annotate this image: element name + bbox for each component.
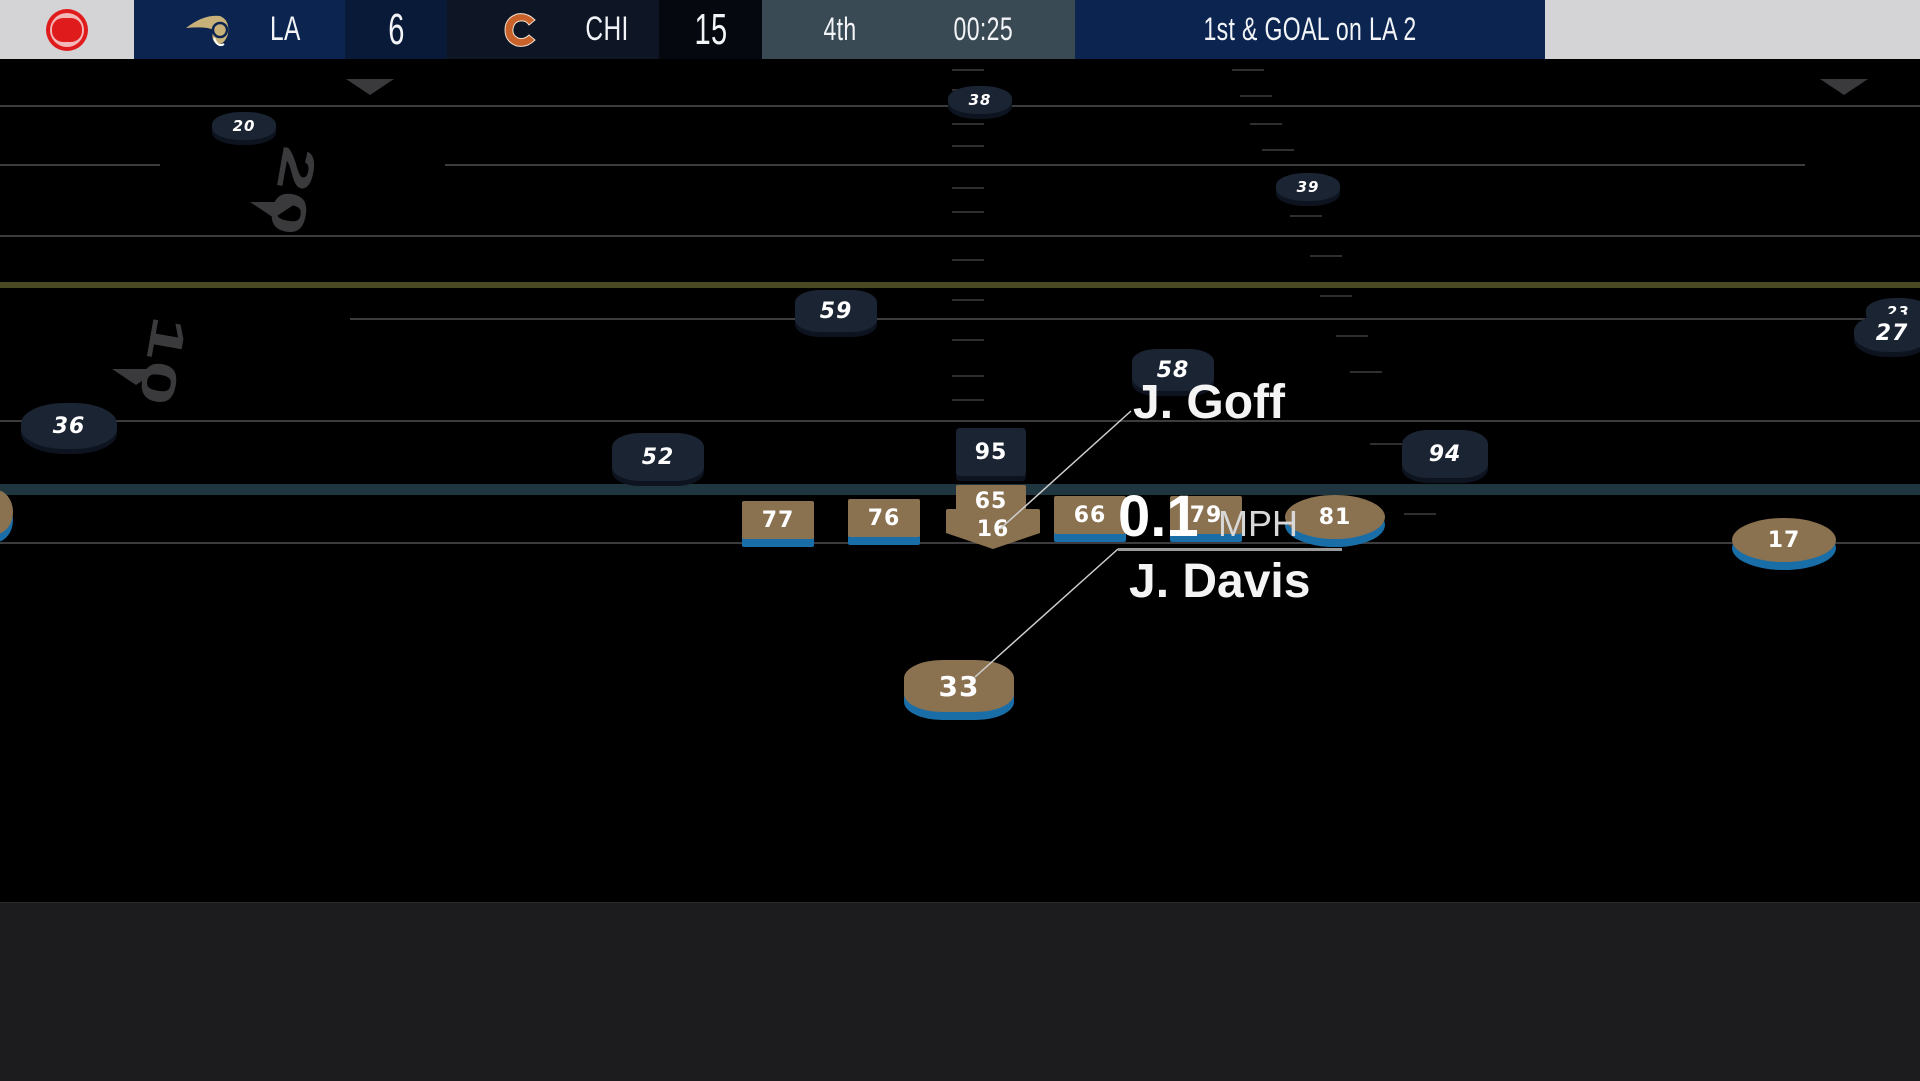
hash-mark: [1262, 149, 1294, 151]
hash-mark: [952, 123, 984, 125]
hash-mark: [1404, 513, 1436, 515]
yard-number-20: 20: [258, 142, 327, 240]
yard-arrow-icon: [1820, 79, 1868, 95]
defender-marker[interactable]: 52: [612, 433, 704, 481]
defender-marker[interactable]: 36: [21, 403, 117, 449]
yard-arrow-icon: [250, 202, 298, 218]
defender-marker[interactable]: 38: [948, 86, 1012, 114]
hash-mark: [1320, 295, 1352, 297]
defender-marker[interactable]: 39: [1276, 173, 1340, 201]
yard-number-10: 10: [128, 312, 197, 410]
scorebar-filler: [1545, 0, 1920, 59]
away-score: 15: [659, 0, 762, 59]
yard-line: [0, 542, 1920, 544]
home-score-value: 6: [387, 4, 405, 54]
offense-marker[interactable]: 17: [1732, 518, 1836, 562]
yard-arrow-icon: [112, 369, 160, 385]
rb-leader-line: [974, 548, 1119, 678]
hash-mark: [952, 259, 984, 261]
hash-mark: [952, 211, 984, 213]
field-view: 20 10 20 38 39 59 58 36 52 95 94 23 27 7…: [0, 59, 1920, 902]
hash-mark: [952, 339, 984, 341]
offense-marker[interactable]: 81: [1285, 495, 1385, 539]
speed-unit: MPH: [1218, 503, 1298, 544]
offense-marker[interactable]: 66: [1054, 496, 1126, 534]
hash-mark: [1290, 215, 1322, 217]
bottom-panel: [0, 902, 1920, 1081]
hash-mark: [952, 145, 984, 147]
hash-mark: [1310, 255, 1342, 257]
network-logo: [0, 0, 134, 59]
defender-marker[interactable]: 27: [1854, 314, 1920, 352]
speed-value: 0.1: [1118, 484, 1199, 549]
defender-marker[interactable]: 59: [795, 290, 877, 332]
yard-line: [350, 318, 1920, 320]
defender-marker[interactable]: 94: [1402, 430, 1488, 478]
qb-name-label: J. Goff: [1133, 376, 1285, 429]
defender-marker[interactable]: 20: [212, 112, 276, 140]
defender-marker[interactable]: 95: [956, 428, 1026, 476]
home-score: 6: [345, 0, 447, 59]
hash-mark: [1250, 123, 1282, 125]
rb-name-label: J. Davis: [1129, 555, 1311, 608]
scorebar: LA 6 CHI 15 4th 00:25 1st & GOAL on LA 2: [0, 0, 1920, 59]
down-distance-text: 1st & GOAL on LA 2: [1203, 11, 1417, 47]
hash-mark: [1240, 95, 1272, 97]
bears-logo-icon: [504, 13, 536, 47]
offense-marker[interactable]: 76: [848, 499, 920, 537]
yard-arrow-icon: [346, 79, 394, 95]
first-down-line: [0, 282, 1920, 288]
hash-mark: [952, 187, 984, 189]
away-team: CHI: [447, 0, 659, 59]
offense-marker-partial: [0, 490, 13, 534]
hash-mark: [952, 375, 984, 377]
offense-marker[interactable]: 77: [742, 501, 814, 539]
cbs-eye-icon: [46, 8, 88, 51]
rams-logo-icon: [186, 15, 229, 47]
hash-mark: [1350, 371, 1382, 373]
down-and-distance: 1st & GOAL on LA 2: [1075, 0, 1545, 59]
hash-mark: [952, 299, 984, 301]
away-score-value: 15: [694, 4, 727, 54]
label-divider: [1118, 548, 1342, 551]
away-team-abbr: CHI: [585, 10, 629, 48]
quarter: 4th: [823, 11, 857, 47]
clock-time: 00:25: [953, 11, 1014, 47]
game-clock: 4th 00:25: [762, 0, 1075, 59]
offense-marker-rb[interactable]: 33: [904, 660, 1014, 712]
hash-mark: [952, 399, 984, 401]
hash-mark: [952, 69, 984, 71]
home-team-abbr: LA: [269, 10, 301, 48]
yard-line: [0, 420, 1920, 422]
hash-mark: [1370, 443, 1402, 445]
home-team: LA: [134, 0, 345, 59]
hash-mark: [1336, 335, 1368, 337]
hash-mark: [1232, 69, 1264, 71]
yard-line: [445, 164, 1805, 166]
yard-line: [0, 164, 160, 166]
